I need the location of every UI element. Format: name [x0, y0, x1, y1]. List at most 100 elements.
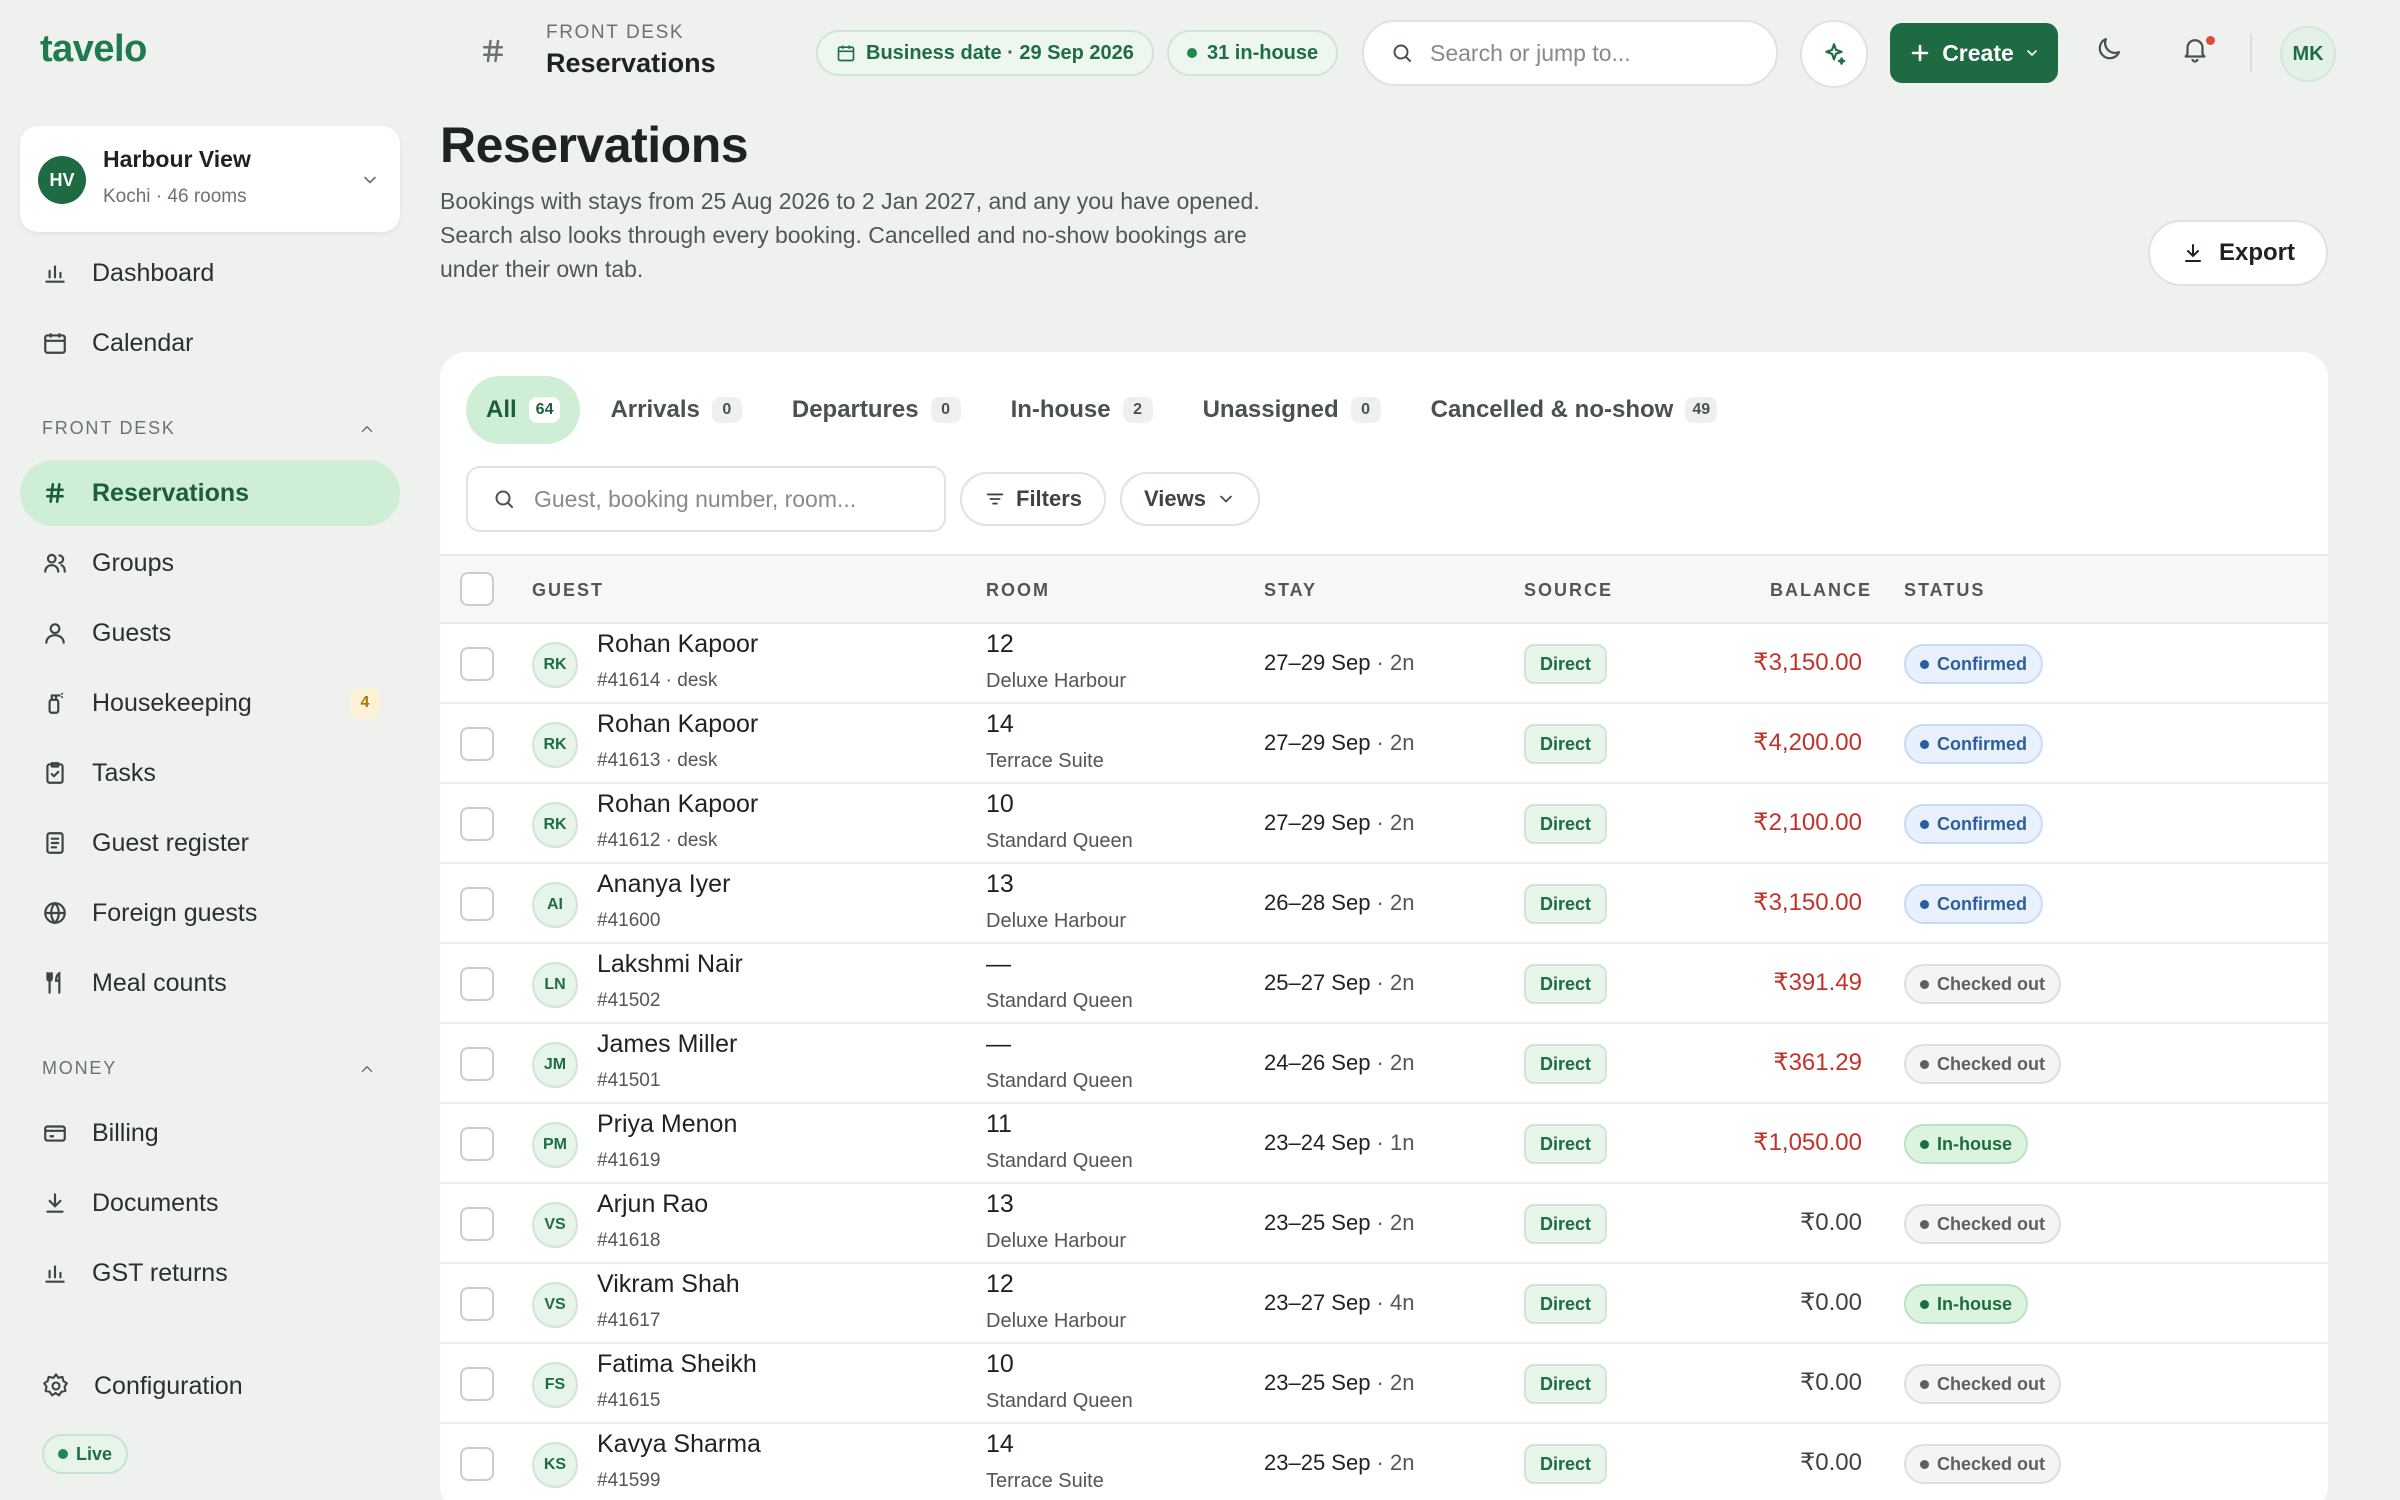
sidebar-item-tasks[interactable]: Tasks	[20, 740, 400, 806]
table-row[interactable]: FS Fatima Sheikh #41615 10 Standard Queen 23–…	[440, 1344, 2328, 1424]
sidebar-item-configuration[interactable]: Configuration	[20, 1353, 400, 1419]
in-house-badge[interactable]: 31 in-house	[1167, 30, 1339, 76]
tab-cancelled-no-show[interactable]: Cancelled & no-show 49	[1411, 376, 1738, 444]
export-button[interactable]: Export	[2148, 220, 2328, 286]
business-date-badge[interactable]: Business date · 29 Sep 2026	[816, 30, 1154, 76]
guest-name[interactable]: Priya Menon	[597, 1110, 737, 1139]
guest-name[interactable]: James Miller	[597, 1030, 737, 1059]
balance-amount: ₹0.00	[1800, 1289, 1862, 1316]
status-badge: Confirmed	[1904, 804, 2043, 844]
column-header-balance[interactable]: BALANCE	[1770, 580, 1872, 601]
tab-label: Cancelled & no-show	[1430, 396, 1674, 423]
create-button[interactable]: Create	[1890, 23, 2058, 83]
room-type: Terrace Suite	[986, 750, 1104, 772]
guest-name[interactable]: Rohan Kapoor	[597, 790, 758, 819]
source-badge: Direct	[1524, 644, 1608, 684]
property-switcher[interactable]: HV Harbour View Kochi · 46 rooms	[20, 126, 400, 232]
column-header-stay[interactable]: STAY	[1264, 580, 1317, 601]
table-row[interactable]: AI Ananya Iyer #41600 13 Deluxe Harbour 26–28…	[440, 864, 2328, 944]
guest-name[interactable]: Arjun Rao	[597, 1190, 708, 1219]
reservation-search-placeholder: Guest, booking number, room...	[534, 485, 857, 512]
reservation-search-input[interactable]: Guest, booking number, room...	[466, 466, 946, 532]
views-dropdown[interactable]: Views	[1120, 472, 1260, 526]
table-row[interactable]: RK Rohan Kapoor #41612 · desk 10 Standard Qu…	[440, 784, 2328, 864]
property-name: Harbour View	[103, 146, 251, 172]
row-checkbox[interactable]	[460, 1367, 494, 1401]
column-header-status[interactable]: STATUS	[1904, 580, 1985, 601]
tab-all[interactable]: All 64	[466, 376, 581, 444]
row-checkbox[interactable]	[460, 887, 494, 921]
guest-name[interactable]: Fatima Sheikh	[597, 1350, 757, 1379]
status-label: Checked out	[1937, 1213, 2046, 1234]
table-row[interactable]: JM James Miller #41501 — Standard Queen 24–26…	[440, 1024, 2328, 1104]
tab-label: Unassigned	[1202, 396, 1339, 423]
sidebar-item-documents[interactable]: Documents	[20, 1170, 400, 1236]
filters-button[interactable]: Filters	[960, 472, 1107, 526]
row-checkbox[interactable]	[460, 1287, 494, 1321]
row-checkbox[interactable]	[460, 727, 494, 761]
row-checkbox[interactable]	[460, 647, 494, 681]
dark-mode-toggle[interactable]	[2094, 34, 2124, 64]
live-label: Live	[76, 1443, 113, 1464]
guest-avatar: FS	[532, 1362, 578, 1408]
tab-in-house[interactable]: In-house 2	[991, 376, 1173, 444]
status-badge: Confirmed	[1904, 644, 2043, 684]
sidebar-item-label: Groups	[92, 548, 174, 577]
tab-arrivals[interactable]: Arrivals 0	[590, 376, 761, 444]
stay-nights: 2n	[1390, 890, 1415, 915]
sidebar-item-calendar[interactable]: Calendar	[20, 310, 400, 376]
chevron-up-icon[interactable]	[358, 420, 376, 438]
tab-departures[interactable]: Departures 0	[772, 376, 981, 444]
chevron-up-icon[interactable]	[358, 1060, 376, 1078]
row-checkbox[interactable]	[460, 1207, 494, 1241]
select-all-checkbox[interactable]	[460, 572, 494, 606]
sidebar-item-meal-counts[interactable]: Meal counts	[20, 950, 400, 1016]
guest-name[interactable]: Lakshmi Nair	[597, 950, 743, 979]
sidebar-item-gst-returns[interactable]: GST returns	[20, 1240, 400, 1306]
global-search-input[interactable]: Search or jump to...	[1362, 20, 1778, 86]
row-checkbox[interactable]	[460, 967, 494, 1001]
room-type: Deluxe Harbour	[986, 670, 1127, 692]
row-checkbox[interactable]	[460, 1447, 494, 1481]
guest-name[interactable]: Kavya Sharma	[597, 1430, 761, 1459]
sidebar-item-foreign-guests[interactable]: Foreign guests	[20, 880, 400, 946]
guest-name[interactable]: Vikram Shah	[597, 1270, 740, 1299]
tab-unassigned[interactable]: Unassigned 0	[1183, 376, 1401, 444]
row-checkbox[interactable]	[460, 1127, 494, 1161]
sidebar-item-label: Configuration	[94, 1371, 243, 1400]
user-avatar[interactable]: MK	[2280, 26, 2336, 82]
utensils-icon	[42, 970, 68, 996]
table-row[interactable]: RK Rohan Kapoor #41613 · desk 14 Terrace Sui…	[440, 704, 2328, 784]
status-label: In-house	[1937, 1293, 2012, 1314]
sidebar-item-groups[interactable]: Groups	[20, 530, 400, 596]
room-number: 14	[986, 1430, 1014, 1458]
booking-number: #41617	[597, 1310, 661, 1331]
sidebar-item-guests[interactable]: Guests	[20, 600, 400, 666]
column-header-room[interactable]: ROOM	[986, 580, 1050, 601]
guest-name[interactable]: Rohan Kapoor	[597, 710, 758, 739]
sidebar-item-reservations[interactable]: Reservations	[20, 460, 400, 526]
room-number: 11	[986, 1110, 1012, 1138]
guest-name[interactable]: Rohan Kapoor	[597, 630, 758, 659]
sidebar-item-guest-register[interactable]: Guest register	[20, 810, 400, 876]
column-header-guest[interactable]: GUEST	[532, 580, 604, 601]
table-row[interactable]: VS Vikram Shah #41617 12 Deluxe Harbour 23–27…	[440, 1264, 2328, 1344]
table-row[interactable]: RK Rohan Kapoor #41614 · desk 12 Deluxe Harb…	[440, 624, 2328, 704]
row-checkbox[interactable]	[460, 1047, 494, 1081]
table-row[interactable]: LN Lakshmi Nair #41502 — Standard Queen 25–27…	[440, 944, 2328, 1024]
table-row[interactable]: VS Arjun Rao #41618 13 Deluxe Harbour 23–25 S…	[440, 1184, 2328, 1264]
sidebar-item-billing[interactable]: Billing	[20, 1100, 400, 1166]
section-label-money: MONEY	[42, 1058, 118, 1078]
status-dot-icon	[1187, 48, 1197, 58]
table-row[interactable]: KS Kavya Sharma #41599 14 Terrace Suite 23–25…	[440, 1424, 2328, 1500]
app-logo[interactable]: tavelo	[40, 28, 147, 71]
stay-range: 27–29 Sep	[1264, 650, 1371, 675]
sidebar-item-dashboard[interactable]: Dashboard	[20, 240, 400, 306]
table-row[interactable]: PM Priya Menon #41619 11 Standard Queen 23–24…	[440, 1104, 2328, 1184]
row-checkbox[interactable]	[460, 807, 494, 841]
guest-name[interactable]: Ananya Iyer	[597, 870, 730, 899]
sidebar-item-housekeeping[interactable]: Housekeeping 4	[20, 670, 400, 736]
column-header-source[interactable]: SOURCE	[1524, 580, 1613, 601]
ai-assistant-button[interactable]	[1800, 20, 1868, 88]
stay-nights: 4n	[1390, 1290, 1415, 1315]
